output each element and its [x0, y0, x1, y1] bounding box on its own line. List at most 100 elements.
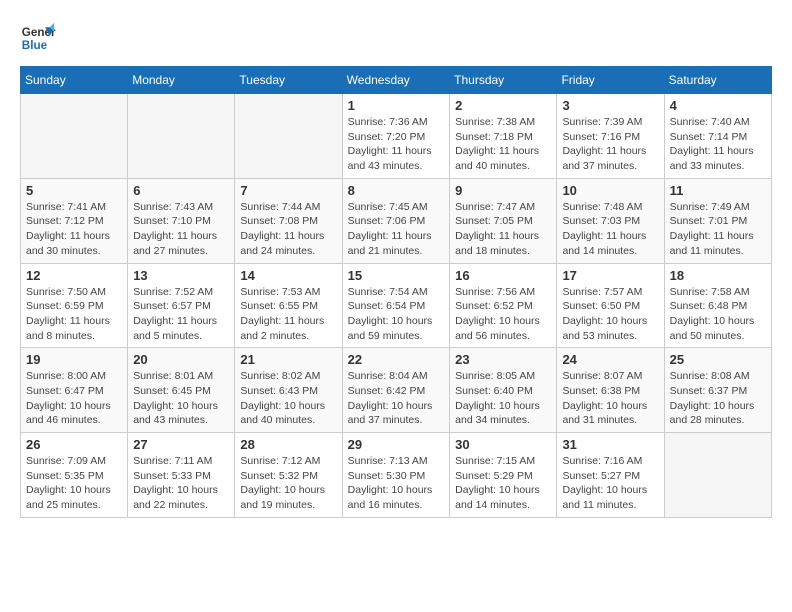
day-number: 28 [240, 437, 336, 452]
day-number: 16 [455, 268, 551, 283]
day-info: Sunrise: 7:54 AMSunset: 6:54 PMDaylight:… [348, 285, 444, 344]
day-info: Sunrise: 8:02 AMSunset: 6:43 PMDaylight:… [240, 369, 336, 428]
day-number: 31 [562, 437, 658, 452]
logo-icon: General Blue [20, 20, 56, 56]
day-number: 13 [133, 268, 229, 283]
day-info: Sunrise: 7:12 AMSunset: 5:32 PMDaylight:… [240, 454, 336, 513]
day-number: 11 [670, 183, 766, 198]
day-number: 2 [455, 98, 551, 113]
day-info: Sunrise: 7:49 AMSunset: 7:01 PMDaylight:… [670, 200, 766, 259]
day-number: 30 [455, 437, 551, 452]
day-info: Sunrise: 8:01 AMSunset: 6:45 PMDaylight:… [133, 369, 229, 428]
day-number: 4 [670, 98, 766, 113]
day-number: 3 [562, 98, 658, 113]
day-info: Sunrise: 7:39 AMSunset: 7:16 PMDaylight:… [562, 115, 658, 174]
day-number: 18 [670, 268, 766, 283]
day-info: Sunrise: 8:08 AMSunset: 6:37 PMDaylight:… [670, 369, 766, 428]
calendar-cell [128, 94, 235, 179]
day-number: 10 [562, 183, 658, 198]
calendar-cell: 5Sunrise: 7:41 AMSunset: 7:12 PMDaylight… [21, 178, 128, 263]
day-info: Sunrise: 8:00 AMSunset: 6:47 PMDaylight:… [26, 369, 122, 428]
day-number: 26 [26, 437, 122, 452]
day-info: Sunrise: 8:05 AMSunset: 6:40 PMDaylight:… [455, 369, 551, 428]
calendar-cell: 15 Sunrise: 7:54 AMSunset: 6:54 PMDayligh… [342, 263, 449, 348]
day-number: 14 [240, 268, 336, 283]
day-info: Sunrise: 7:58 AMSunset: 6:48 PMDaylight:… [670, 285, 766, 344]
calendar-cell: 9Sunrise: 7:47 AMSunset: 7:05 PMDaylight… [450, 178, 557, 263]
calendar-week-row: 12 Sunrise: 7:50 AMSunset: 6:59 PMDayligh… [21, 263, 772, 348]
calendar-week-row: 1 Sunrise: 7:36 AMSunset: 7:20 PMDaylight… [21, 94, 772, 179]
calendar-table: SundayMondayTuesdayWednesdayThursdayFrid… [20, 66, 772, 518]
day-info: Sunrise: 7:13 AMSunset: 5:30 PMDaylight:… [348, 454, 444, 513]
day-info: Sunrise: 7:40 AMSunset: 7:14 PMDaylight:… [670, 115, 766, 174]
calendar-cell: 16Sunrise: 7:56 AMSunset: 6:52 PMDayligh… [450, 263, 557, 348]
day-number: 19 [26, 352, 122, 367]
calendar-cell: 14Sunrise: 7:53 AMSunset: 6:55 PMDayligh… [235, 263, 342, 348]
calendar-cell: 19 Sunrise: 8:00 AMSunset: 6:47 PMDayligh… [21, 348, 128, 433]
calendar-cell [664, 433, 771, 518]
column-header-sunday: Sunday [21, 67, 128, 94]
calendar-cell: 2Sunrise: 7:38 AMSunset: 7:18 PMDaylight… [450, 94, 557, 179]
day-number: 20 [133, 352, 229, 367]
calendar-cell: 22 Sunrise: 8:04 AMSunset: 6:42 PMDayligh… [342, 348, 449, 433]
calendar-cell: 29 Sunrise: 7:13 AMSunset: 5:30 PMDayligh… [342, 433, 449, 518]
day-number: 27 [133, 437, 229, 452]
day-number: 1 [348, 98, 444, 113]
day-number: 6 [133, 183, 229, 198]
day-info: Sunrise: 7:44 AMSunset: 7:08 PMDaylight:… [240, 200, 336, 259]
day-number: 17 [562, 268, 658, 283]
day-info: Sunrise: 7:48 AMSunset: 7:03 PMDaylight:… [562, 200, 658, 259]
calendar-cell: 18 Sunrise: 7:58 AMSunset: 6:48 PMDayligh… [664, 263, 771, 348]
calendar-cell: 6 Sunrise: 7:43 AMSunset: 7:10 PMDaylight… [128, 178, 235, 263]
calendar-cell: 7Sunrise: 7:44 AMSunset: 7:08 PMDaylight… [235, 178, 342, 263]
day-info: Sunrise: 7:45 AMSunset: 7:06 PMDaylight:… [348, 200, 444, 259]
day-number: 8 [348, 183, 444, 198]
column-header-wednesday: Wednesday [342, 67, 449, 94]
calendar-cell: 12 Sunrise: 7:50 AMSunset: 6:59 PMDayligh… [21, 263, 128, 348]
calendar-cell: 20 Sunrise: 8:01 AMSunset: 6:45 PMDayligh… [128, 348, 235, 433]
day-number: 25 [670, 352, 766, 367]
calendar-cell: 27 Sunrise: 7:11 AMSunset: 5:33 PMDayligh… [128, 433, 235, 518]
calendar-cell: 28 Sunrise: 7:12 AMSunset: 5:32 PMDayligh… [235, 433, 342, 518]
column-header-monday: Monday [128, 67, 235, 94]
day-info: Sunrise: 7:15 AMSunset: 5:29 PMDaylight:… [455, 454, 551, 513]
day-info: Sunrise: 7:36 AMSunset: 7:20 PMDaylight:… [348, 115, 444, 174]
column-header-saturday: Saturday [664, 67, 771, 94]
column-header-thursday: Thursday [450, 67, 557, 94]
calendar-cell: 26 Sunrise: 7:09 AMSunset: 5:35 PMDayligh… [21, 433, 128, 518]
calendar-cell: 25 Sunrise: 8:08 AMSunset: 6:37 PMDayligh… [664, 348, 771, 433]
column-header-friday: Friday [557, 67, 664, 94]
calendar-week-row: 19 Sunrise: 8:00 AMSunset: 6:47 PMDayligh… [21, 348, 772, 433]
page-header: General Blue [20, 20, 772, 56]
calendar-cell: 10 Sunrise: 7:48 AMSunset: 7:03 PMDayligh… [557, 178, 664, 263]
day-info: Sunrise: 7:50 AMSunset: 6:59 PMDaylight:… [26, 285, 122, 344]
day-number: 12 [26, 268, 122, 283]
day-info: Sunrise: 7:11 AMSunset: 5:33 PMDaylight:… [133, 454, 229, 513]
calendar-cell: 30 Sunrise: 7:15 AMSunset: 5:29 PMDayligh… [450, 433, 557, 518]
column-header-tuesday: Tuesday [235, 67, 342, 94]
calendar-week-row: 26 Sunrise: 7:09 AMSunset: 5:35 PMDayligh… [21, 433, 772, 518]
day-info: Sunrise: 8:04 AMSunset: 6:42 PMDaylight:… [348, 369, 444, 428]
calendar-cell: 23Sunrise: 8:05 AMSunset: 6:40 PMDayligh… [450, 348, 557, 433]
day-info: Sunrise: 7:47 AMSunset: 7:05 PMDaylight:… [455, 200, 551, 259]
calendar-cell: 11 Sunrise: 7:49 AMSunset: 7:01 PMDayligh… [664, 178, 771, 263]
calendar-cell: 13 Sunrise: 7:52 AMSunset: 6:57 PMDayligh… [128, 263, 235, 348]
day-number: 21 [240, 352, 336, 367]
calendar-cell: 17 Sunrise: 7:57 AMSunset: 6:50 PMDayligh… [557, 263, 664, 348]
calendar-cell: 1 Sunrise: 7:36 AMSunset: 7:20 PMDaylight… [342, 94, 449, 179]
calendar-cell [21, 94, 128, 179]
day-info: Sunrise: 7:09 AMSunset: 5:35 PMDaylight:… [26, 454, 122, 513]
day-number: 22 [348, 352, 444, 367]
day-info: Sunrise: 7:16 AMSunset: 5:27 PMDaylight:… [562, 454, 658, 513]
calendar-cell: 4 Sunrise: 7:40 AMSunset: 7:14 PMDaylight… [664, 94, 771, 179]
day-number: 29 [348, 437, 444, 452]
day-number: 15 [348, 268, 444, 283]
calendar-cell: 24Sunrise: 8:07 AMSunset: 6:38 PMDayligh… [557, 348, 664, 433]
day-info: Sunrise: 7:52 AMSunset: 6:57 PMDaylight:… [133, 285, 229, 344]
logo: General Blue [20, 20, 56, 56]
day-info: Sunrise: 7:57 AMSunset: 6:50 PMDaylight:… [562, 285, 658, 344]
day-info: Sunrise: 8:07 AMSunset: 6:38 PMDaylight:… [562, 369, 658, 428]
day-info: Sunrise: 7:43 AMSunset: 7:10 PMDaylight:… [133, 200, 229, 259]
calendar-header-row: SundayMondayTuesdayWednesdayThursdayFrid… [21, 67, 772, 94]
day-info: Sunrise: 7:41 AMSunset: 7:12 PMDaylight:… [26, 200, 122, 259]
